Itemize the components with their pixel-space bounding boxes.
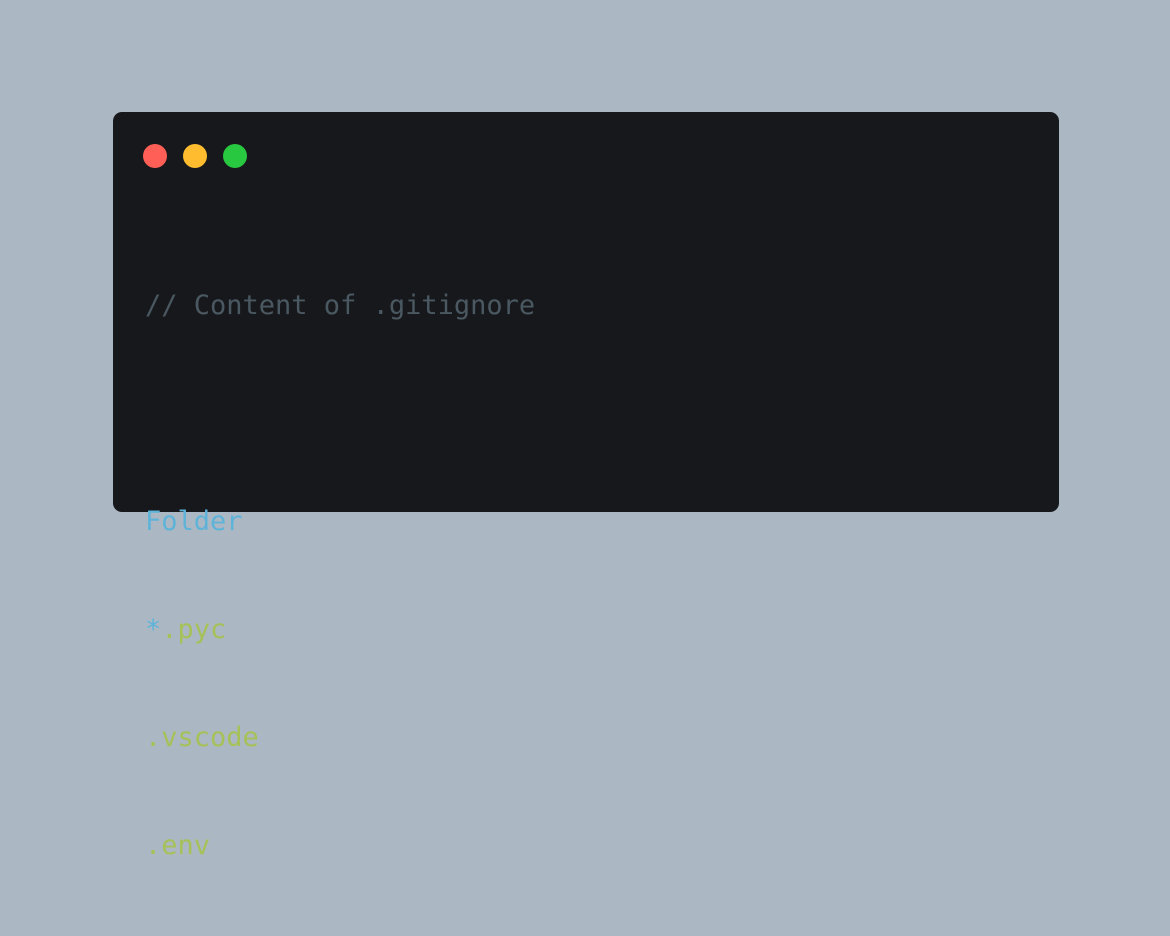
code-token: * (145, 614, 162, 645)
close-dot-icon[interactable] (143, 144, 167, 168)
code-window: // Content of .gitignore Folder *.pyc .v… (113, 112, 1059, 861)
code-block: // Content of .gitignore Folder *.pyc .v… (145, 216, 535, 936)
code-token: Folder (145, 506, 243, 537)
code-token: .vscode (145, 722, 259, 753)
maximize-dot-icon[interactable] (223, 144, 247, 168)
code-line: .vscode (145, 720, 535, 756)
code-line: .env (145, 828, 535, 864)
code-token: .env (145, 830, 211, 861)
code-token: .pyc (161, 614, 227, 645)
minimize-dot-icon[interactable] (183, 144, 207, 168)
code-line: Folder (145, 504, 535, 540)
window-controls (143, 144, 247, 168)
code-comment: // Content of .gitignore (145, 290, 536, 321)
code-line: *.pyc (145, 612, 535, 648)
